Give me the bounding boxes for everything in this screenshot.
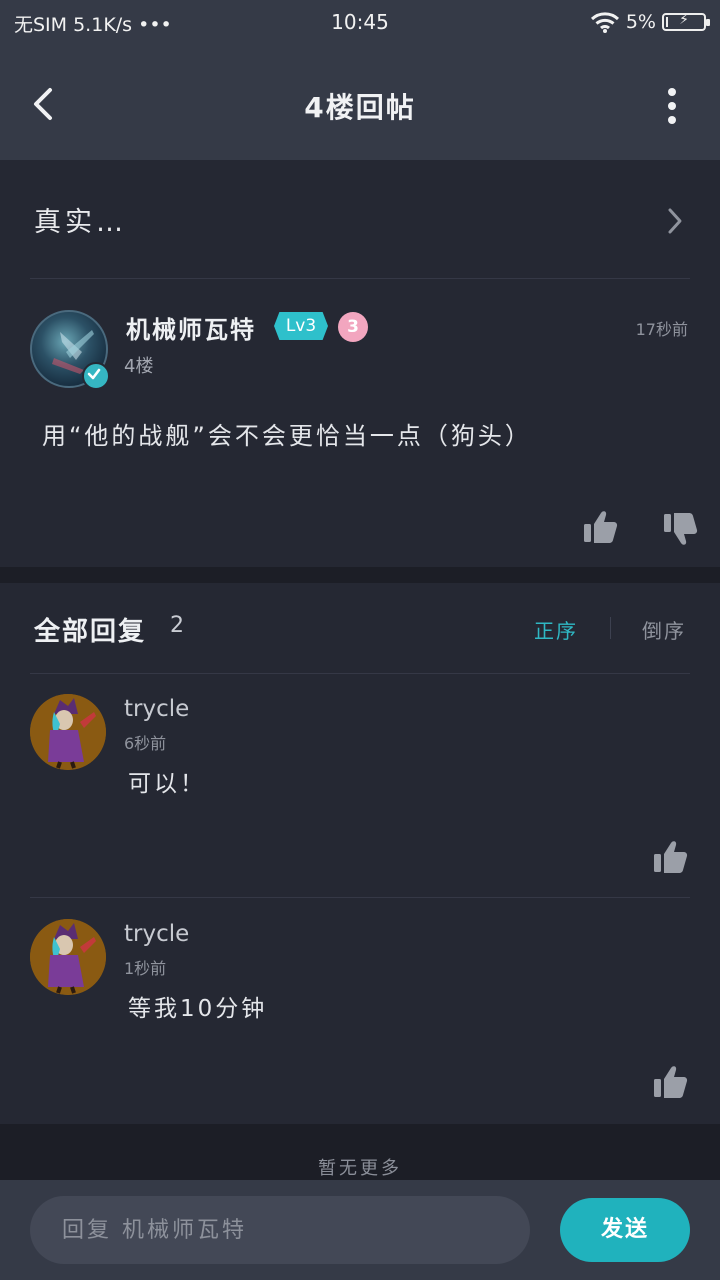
battery-percent: 5%: [625, 11, 656, 33]
reply-bar: 发送: [0, 1180, 720, 1280]
divider: [30, 897, 690, 898]
replies-section: 全部回复 2 正序 倒序 trycle 6秒前 可以！ trycle 1秒前 等…: [0, 583, 720, 1124]
reply-username[interactable]: trycle: [124, 921, 189, 947]
thumbs-up-icon[interactable]: [582, 510, 618, 544]
sort-descending-tab[interactable]: 倒序: [642, 615, 686, 644]
floor-label: 4楼: [124, 356, 154, 377]
wifi-icon: [590, 12, 619, 33]
post-time: 17秒前: [635, 320, 688, 339]
page-title: 4楼回帖: [304, 91, 416, 124]
reply-username[interactable]: trycle: [124, 696, 189, 722]
reply-input[interactable]: [30, 1196, 530, 1264]
level-badge: Lv3: [274, 312, 328, 340]
reply-item: trycle 1秒前 等我10分钟: [0, 899, 720, 1123]
avatar-image: [30, 694, 106, 770]
post-card: 真实… 机械师瓦特 Lv3 3 4楼 17秒前 用“他的战舰”会不会更恰当一点（…: [0, 160, 720, 567]
chevron-right-icon[interactable]: [666, 207, 684, 235]
app-header: 4楼回帖: [0, 46, 720, 160]
reply-item: trycle 6秒前 可以！: [0, 674, 720, 898]
replies-count: 2: [170, 613, 184, 638]
reply-avatar[interactable]: [30, 919, 106, 995]
reply-text: 可以！: [128, 771, 206, 797]
sort-ascending-tab[interactable]: 正序: [534, 615, 578, 644]
sort-divider: [610, 617, 611, 639]
battery-icon: ⚡: [662, 12, 710, 31]
achievement-badge: 3: [338, 312, 368, 342]
replies-title: 全部回复: [34, 617, 147, 647]
reply-time: 6秒前: [124, 734, 167, 753]
divider: [30, 278, 690, 279]
post-content: 用“他的战舰”会不会更恰当一点（狗头）: [42, 422, 532, 450]
no-more-text: 暂无更多: [318, 1158, 402, 1179]
more-vertical-icon[interactable]: [666, 86, 678, 126]
reply-text: 等我10分钟: [128, 996, 268, 1022]
thumbs-up-icon[interactable]: [652, 840, 688, 874]
reply-avatar[interactable]: [30, 694, 106, 770]
reply-time: 1秒前: [124, 959, 167, 978]
topic-title[interactable]: 真实…: [34, 200, 127, 239]
status-right: 5% ⚡: [590, 8, 710, 36]
thumbs-down-icon[interactable]: [662, 512, 698, 546]
avatar-image: [30, 919, 106, 995]
author-name[interactable]: 机械师瓦特: [126, 310, 256, 345]
send-button[interactable]: 发送: [560, 1198, 690, 1262]
status-bar: 无SIM 5.1K/s ••• 10:45 5% ⚡: [0, 0, 720, 46]
verified-badge-icon: [82, 362, 110, 390]
thumbs-up-icon[interactable]: [652, 1065, 688, 1099]
